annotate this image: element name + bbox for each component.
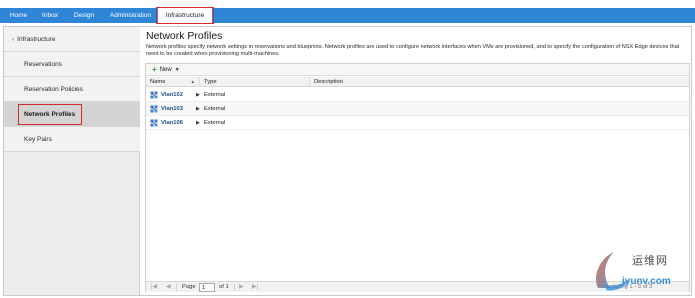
pager-divider bbox=[234, 284, 235, 291]
sort-asc-icon: ▲ bbox=[190, 79, 195, 84]
tab-administration[interactable]: Administration bbox=[103, 8, 158, 23]
prev-page-icon[interactable]: ◀ bbox=[166, 282, 171, 293]
sidebar-item-key-pairs[interactable]: Key Pairs bbox=[4, 127, 140, 152]
page-description: Network profiles specify network setting… bbox=[146, 44, 680, 58]
grid-header: Name ▲ Type Description bbox=[146, 77, 689, 87]
column-header-type[interactable]: Type bbox=[200, 77, 310, 87]
sidebar-item-label: Network Profiles bbox=[24, 111, 76, 118]
tab-infrastructure[interactable]: Infrastructure bbox=[156, 7, 214, 24]
sidebar-item-reservations[interactable]: Reservations bbox=[4, 52, 140, 77]
tab-home[interactable]: Home bbox=[2, 8, 35, 23]
watermark-url: iyunv.com bbox=[622, 276, 671, 287]
new-button[interactable]: + New ▼ bbox=[152, 65, 180, 75]
profile-name-link[interactable]: Vlan106 bbox=[161, 116, 183, 130]
profile-name-link[interactable]: Vlan103 bbox=[161, 102, 183, 116]
sidebar-item-network-profiles[interactable]: Network Profiles bbox=[4, 102, 140, 127]
tab-infrastructure-label: Infrastructure bbox=[165, 12, 205, 19]
network-icon bbox=[150, 105, 158, 113]
table-row[interactable]: Vlan102 ▶ External bbox=[146, 88, 689, 102]
profile-type: External bbox=[204, 92, 226, 98]
page-label: Page bbox=[182, 284, 196, 290]
page-number-input[interactable] bbox=[199, 283, 215, 292]
profile-type: External bbox=[204, 106, 226, 112]
sidebar-item-reservation-policies[interactable]: Reservation Policies bbox=[4, 77, 140, 102]
table-row[interactable]: Vlan103 ▶ External bbox=[146, 102, 689, 116]
table-row[interactable]: Vlan106 ▶ External bbox=[146, 116, 689, 130]
plus-icon: + bbox=[152, 65, 157, 74]
expand-arrow-icon[interactable]: ▶ bbox=[196, 88, 200, 102]
grid-toolbar: + New ▼ bbox=[146, 64, 689, 76]
watermark-logo: 运维网 iyunv.com bbox=[592, 248, 693, 296]
top-nav: Home Inbox Design Administration Infrast… bbox=[0, 0, 695, 26]
chevron-down-icon: ▼ bbox=[174, 67, 180, 73]
profile-name-link[interactable]: Vlan102 bbox=[161, 88, 183, 102]
watermark-cn-text: 运维网 bbox=[632, 254, 668, 267]
tab-inbox[interactable]: Inbox bbox=[35, 8, 65, 23]
swoosh-logo-icon bbox=[595, 252, 630, 291]
page-count: of 1 bbox=[219, 284, 229, 290]
chevron-left-icon: ‹ bbox=[12, 36, 15, 43]
column-header-description[interactable]: Description bbox=[310, 77, 689, 87]
column-header-name[interactable]: Name ▲ bbox=[146, 77, 200, 87]
next-page-icon[interactable]: ▶ bbox=[239, 282, 244, 293]
sidebar-back-infrastructure[interactable]: ‹ Infrastructure bbox=[4, 27, 140, 52]
column-header-label: Name bbox=[150, 79, 166, 85]
tab-design[interactable]: Design bbox=[65, 8, 103, 23]
network-icon bbox=[150, 119, 158, 127]
sidebar-back-label: Infrastructure bbox=[17, 36, 56, 43]
network-icon bbox=[150, 91, 158, 99]
first-page-icon[interactable]: |◀ bbox=[151, 282, 157, 293]
new-button-label: New bbox=[159, 67, 172, 73]
expand-arrow-icon[interactable]: ▶ bbox=[196, 116, 200, 130]
page-title: Network Profiles bbox=[146, 30, 223, 42]
expand-arrow-icon[interactable]: ▶ bbox=[196, 102, 200, 116]
profile-type: External bbox=[204, 120, 226, 126]
sidebar: ‹ Infrastructure Reservations Reservation… bbox=[4, 27, 140, 295]
last-page-icon[interactable]: ▶| bbox=[252, 282, 258, 293]
pager-divider bbox=[176, 284, 177, 291]
